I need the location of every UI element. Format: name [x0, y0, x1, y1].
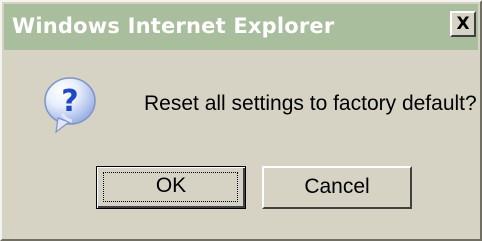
close-button[interactable]: X — [450, 11, 476, 37]
cancel-button-label: Cancel — [304, 175, 370, 198]
ok-button-label: OK — [155, 174, 187, 197]
dialog-message: Reset all settings to factory default? — [144, 92, 477, 115]
window-title: Windows Internet Explorer — [12, 14, 335, 38]
cancel-button[interactable]: Cancel — [262, 166, 412, 209]
svg-text:?: ? — [61, 84, 78, 119]
question-icon: ? — [44, 77, 96, 134]
ok-button[interactable]: OK — [96, 166, 246, 209]
title-bar[interactable]: Windows Internet Explorer X — [4, 4, 478, 50]
confirm-dialog: Windows Internet Explorer X ? Reset all … — [0, 0, 482, 241]
close-icon: X — [456, 14, 470, 34]
